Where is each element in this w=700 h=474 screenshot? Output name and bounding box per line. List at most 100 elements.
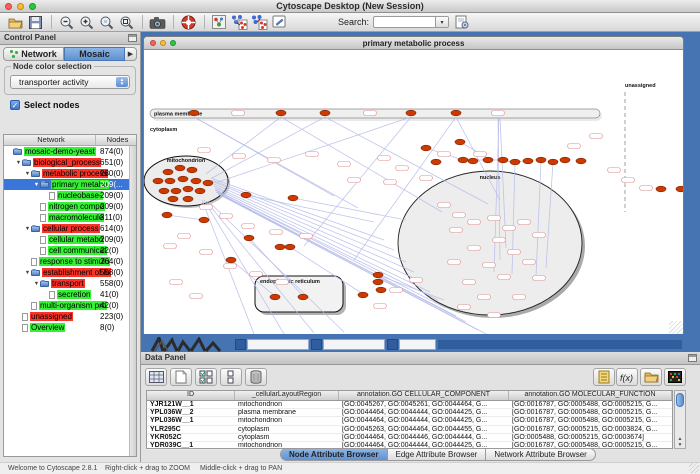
graph-node[interactable] [536,157,546,163]
graph-node[interactable] [455,139,465,145]
tree-row-transport[interactable]: ▼transport558(0) [4,278,136,289]
table-column-header[interactable]: annotation.GO CELLULAR_COMPONENT [339,391,509,400]
graph-node[interactable] [468,158,478,164]
tree-row-cellular-process[interactable]: ▼cellular process614(0) [4,223,136,234]
zoom-out-icon[interactable] [57,14,75,30]
graph-node[interactable] [195,188,205,194]
tree-row-cellular-metabo[interactable]: cellular metabo209(0) [4,234,136,245]
table-column-header[interactable]: _cellularLayoutRegion [235,391,339,400]
background-window[interactable] [247,339,309,350]
tab-network-attribute-browser[interactable]: Network Attribute Browser [486,449,594,460]
graph-node[interactable] [458,157,468,163]
graph-node[interactable] [373,272,383,278]
network-canvas[interactable]: plasma membrane cytoplasm mitochondrion … [144,50,683,334]
node-color-dropdown[interactable]: transporter activity ▲▼ [10,75,130,89]
tab-network[interactable]: Network [3,47,64,61]
graph-node[interactable] [175,165,185,171]
graph-node[interactable] [498,157,508,163]
zoom-selected-icon[interactable] [97,14,115,30]
tree-scrollbar[interactable] [129,146,136,456]
search-input[interactable] [374,17,435,27]
tree-column-network[interactable]: Network [4,135,96,145]
table-column-header[interactable]: annotation.GO MOLECULAR_FUNCTION [509,391,672,400]
destroy-view-icon[interactable] [250,14,268,30]
tree-row-unassigned[interactable]: unassigned223(0) [4,311,136,322]
graph-node[interactable] [178,176,188,182]
function-builder-icon[interactable]: f(x) [616,368,638,386]
tree-row-metabolic-process[interactable]: ▼metabolic process280(0) [4,168,136,179]
unselect-attributes-icon[interactable] [220,368,242,386]
tree-row-nitrogen-compo[interactable]: nitrogen compo209(0) [4,201,136,212]
graph-edge[interactable] [214,186,422,282]
tree-row-macromolecule[interactable]: macromolecule311(0) [4,212,136,223]
help-icon[interactable] [179,14,197,30]
graph-node[interactable] [165,178,175,184]
graph-node[interactable] [285,244,295,250]
graph-node[interactable] [183,186,193,192]
search-dropdown-icon[interactable]: ▾ [435,17,448,27]
tree-row-biological-process[interactable]: ▼biological_process651(0) [4,157,136,168]
graph-node[interactable] [320,110,330,116]
graph-node[interactable] [171,188,181,194]
graph-node[interactable] [656,186,666,192]
tab-overflow-icon[interactable]: ▶ [125,47,137,61]
background-window-icon[interactable] [311,339,322,350]
vizmapper-icon[interactable] [210,14,228,30]
graph-edge[interactable] [281,117,442,212]
disclosure-triangle-icon[interactable]: ▼ [24,270,31,276]
graph-edge[interactable] [218,117,411,182]
new-attribute-icon[interactable] [170,368,192,386]
graph-node[interactable] [373,279,383,285]
graph-node[interactable] [275,244,285,250]
graph-node[interactable] [244,235,254,241]
network-view-titlebar[interactable]: primary metabolic process [144,37,683,50]
disclosure-triangle-icon[interactable]: ▼ [24,226,31,232]
graph-node[interactable] [241,192,251,198]
column-layout-icon[interactable] [145,368,167,386]
tab-edge-attribute-browser[interactable]: Edge Attribute Browser [388,449,487,460]
graph-node[interactable] [159,188,169,194]
import-attributes-icon[interactable] [640,368,662,386]
table-scrollbar-thumb[interactable] [676,393,684,407]
view-resize-grip[interactable] [669,321,683,334]
table-row[interactable]: YLR295Ccytoplasm[GO:0045263, GO:0044464,… [147,426,672,434]
background-window[interactable] [323,339,385,350]
graph-edge[interactable] [206,117,281,174]
table-column-header[interactable]: ID [147,391,235,400]
tree-row-multi-organism-pro[interactable]: multi-organism pro42(0) [4,300,136,311]
graph-edge[interactable] [204,200,284,334]
graph-node[interactable] [276,110,286,116]
float-panel-icon[interactable] [128,34,137,42]
graph-node[interactable] [376,287,386,293]
graph-node[interactable] [576,158,586,164]
create-view-icon[interactable] [230,14,248,30]
graph-node[interactable] [226,257,236,263]
tab-node-attribute-browser[interactable]: Node Attribute Browser [281,449,388,460]
select-attributes-icon[interactable] [195,368,217,386]
table-row[interactable]: YPL036W__1mitochondrion[GO:0044464, GO:0… [147,417,672,425]
graph-node[interactable] [560,157,570,163]
graph-node[interactable] [510,159,520,165]
configure-search-icon[interactable] [453,14,471,30]
tree-row-nucleobase-[interactable]: nucleobase-209(0) [4,190,136,201]
attribute-list-icon[interactable] [593,368,615,386]
tree-column-nodes[interactable]: Nodes [96,135,136,145]
tree-row-establishment-of-lo[interactable]: ▼establishment of lo558(0) [4,267,136,278]
table-row[interactable]: YJR121W__1mitochondrion[GO:0045267, GO:0… [147,401,672,409]
graph-node[interactable] [523,158,533,164]
graph-node[interactable] [270,294,280,300]
tree-row-cell-communicat[interactable]: cell communicat22(0) [4,245,136,256]
graph-node[interactable] [191,178,201,184]
graph-node[interactable] [358,292,368,298]
graph-node[interactable] [451,110,461,116]
matrix-icon[interactable] [664,368,686,386]
tree-row-secretion[interactable]: secretion41(0) [4,289,136,300]
table-scrollbar[interactable]: ▲▼ [674,390,686,449]
graph-node[interactable] [187,167,197,173]
graph-node[interactable] [676,186,683,192]
float-panel-icon[interactable] [688,354,697,362]
graph-node[interactable] [406,110,416,116]
zoom-fit-icon[interactable] [117,14,135,30]
background-window[interactable] [399,339,436,350]
select-nodes-checkbox[interactable]: ✓ [10,100,20,110]
